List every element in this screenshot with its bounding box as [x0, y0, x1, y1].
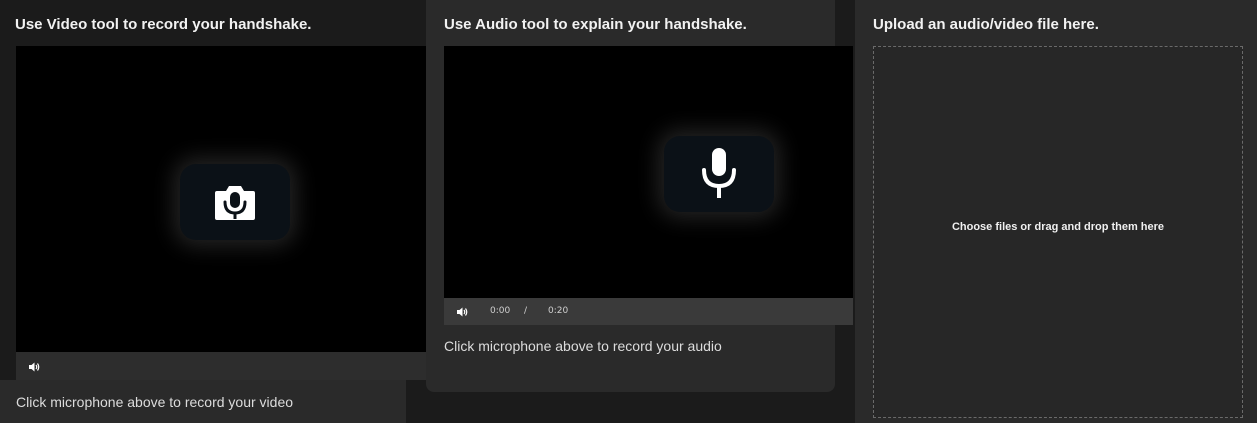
audio-controls: 0:00 / 0:20: [444, 298, 853, 325]
current-time: 0:00: [490, 306, 511, 316]
video-hint-box: Click microphone above to record your vi…: [0, 380, 406, 423]
audio-panel-title: Use Audio tool to explain your handshake…: [444, 16, 747, 33]
video-controls: [16, 352, 426, 380]
video-preview: [16, 46, 426, 352]
volume-icon[interactable]: [28, 360, 40, 378]
volume-icon[interactable]: [456, 305, 468, 323]
video-hint-text: Click microphone above to record your vi…: [16, 394, 294, 410]
record-video-button[interactable]: [180, 164, 290, 240]
total-duration: 0:20: [548, 306, 569, 316]
upload-panel-title: Upload an audio/video file here.: [873, 16, 1099, 33]
microphone-icon: [702, 148, 736, 198]
audio-hint-text: Click microphone above to record your au…: [444, 338, 722, 354]
video-panel-title: Use Video tool to record your handshake.: [15, 16, 312, 33]
upload-panel: Upload an audio/video file here. Choose …: [855, 0, 1257, 423]
camera-microphone-icon: [215, 186, 255, 220]
dropzone-label: Choose files or drag and drop them here: [951, 221, 1165, 233]
video-panel: Use Video tool to record your handshake.: [0, 0, 426, 423]
page: Use Video tool to record your handshake.: [0, 0, 1257, 423]
record-audio-button[interactable]: [664, 136, 774, 212]
time-separator: /: [524, 306, 528, 316]
audio-preview: [444, 46, 853, 298]
audio-panel: Use Audio tool to explain your handshake…: [426, 0, 853, 392]
file-dropzone[interactable]: Choose files or drag and drop them here: [873, 46, 1243, 418]
